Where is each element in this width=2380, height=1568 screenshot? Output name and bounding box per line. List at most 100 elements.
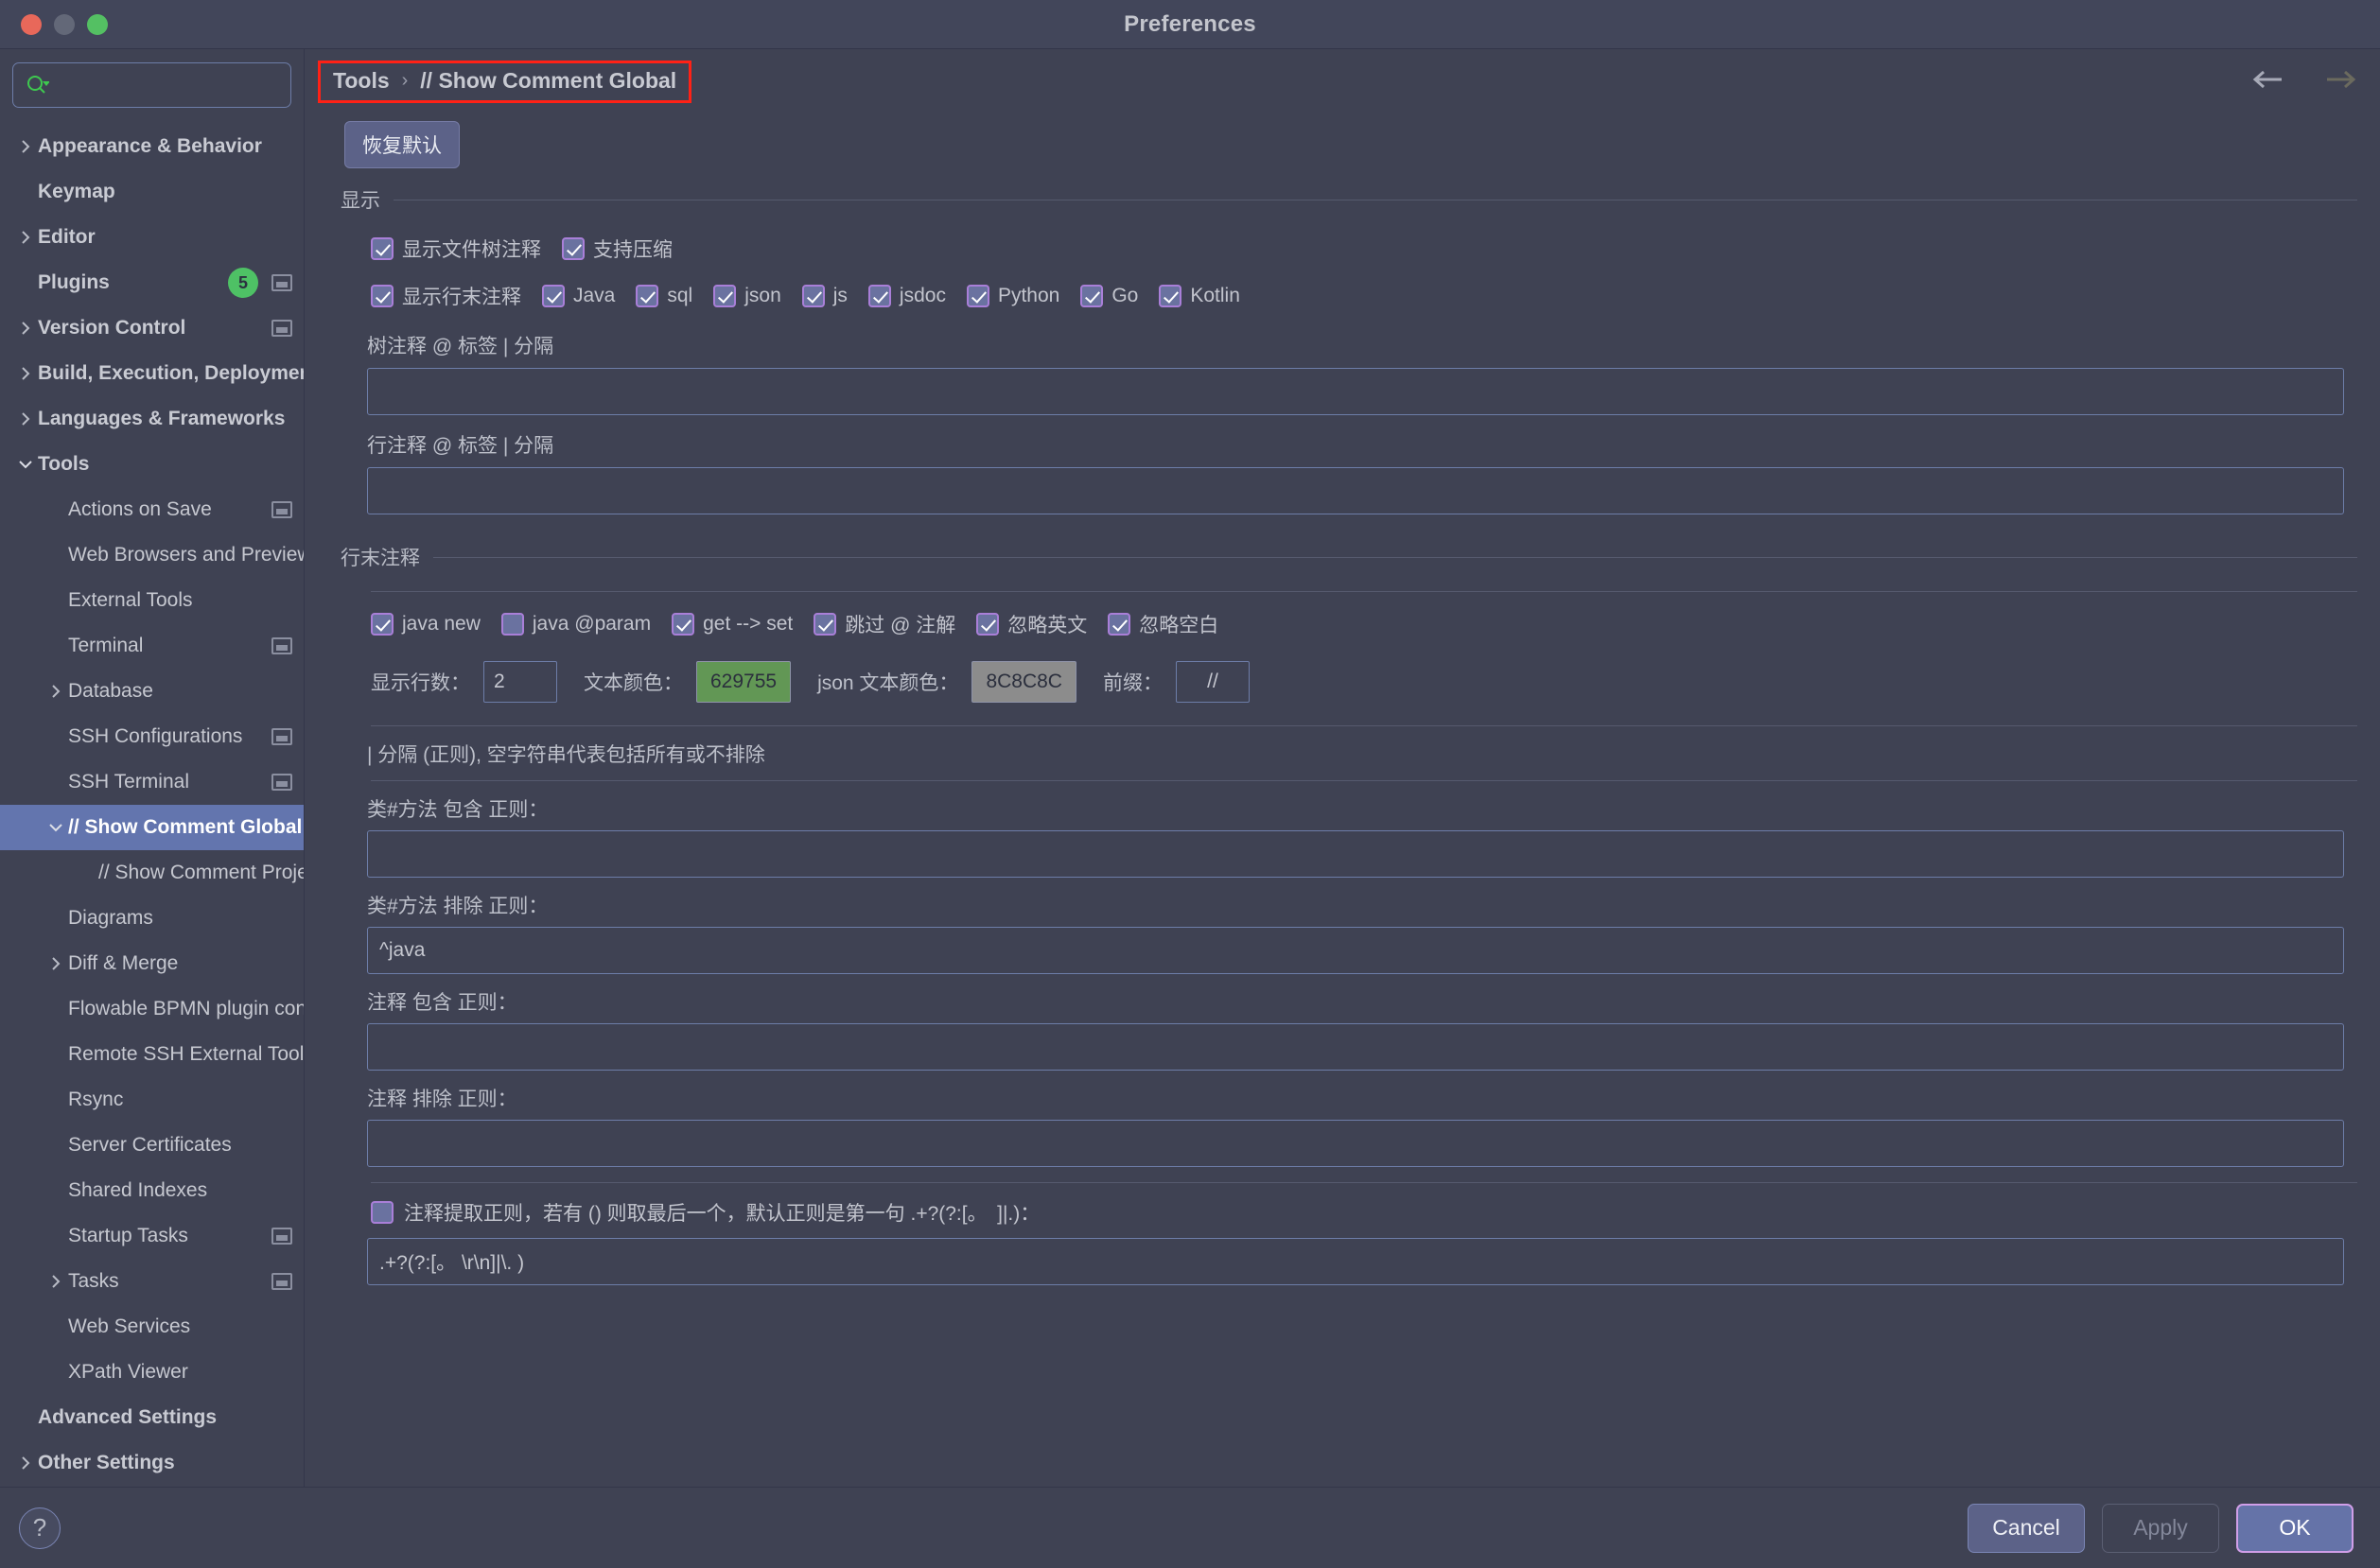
- sidebar-item-remote-ssh-external-tools[interactable]: Remote SSH External Tools: [0, 1032, 304, 1077]
- checkbox-item[interactable]: 显示行末注释: [371, 282, 521, 310]
- line-tag-input[interactable]: [367, 467, 2344, 514]
- sidebar-item-startup-tasks[interactable]: Startup Tasks: [0, 1213, 304, 1259]
- sidebar-item-ssh-configurations[interactable]: SSH Configurations: [0, 714, 304, 759]
- checkbox-python[interactable]: [966, 285, 989, 307]
- sidebar-item-diff-merge[interactable]: Diff & Merge: [0, 941, 304, 986]
- chevron-right-icon[interactable]: [13, 139, 38, 154]
- chevron-down-icon[interactable]: [13, 457, 38, 472]
- sidebar-item-version-control[interactable]: Version Control: [0, 305, 304, 351]
- checkbox-item[interactable]: java @param: [500, 613, 651, 636]
- chevron-right-icon[interactable]: [44, 956, 68, 971]
- sidebar-item-build-execution-deployment[interactable]: Build, Execution, Deployment: [0, 351, 304, 396]
- extract-regex-input[interactable]: .+?(?:[。 \r\n]|\. ): [367, 1238, 2344, 1285]
- project-scope-icon: [271, 320, 292, 337]
- checkbox-item[interactable]: Go: [1080, 285, 1138, 307]
- sidebar-item-show-comment-global[interactable]: // Show Comment Global: [0, 805, 304, 850]
- regex-field-input[interactable]: ^java: [367, 927, 2344, 974]
- sidebar-item-other-settings[interactable]: Other Settings: [0, 1440, 304, 1486]
- checkbox-[interactable]: [1108, 613, 1131, 636]
- chevron-right-icon[interactable]: [44, 1274, 68, 1289]
- checkbox-json[interactable]: [713, 285, 737, 307]
- cancel-button[interactable]: Cancel: [1968, 1503, 2085, 1553]
- regex-field-input[interactable]: [367, 830, 2344, 878]
- regex-field-input[interactable]: [367, 1023, 2344, 1071]
- checkbox-item[interactable]: java new: [371, 613, 481, 636]
- sidebar-item-advanced-settings[interactable]: Advanced Settings: [0, 1395, 304, 1440]
- checkbox-go[interactable]: [1080, 285, 1104, 307]
- search-input[interactable]: [12, 62, 291, 108]
- checkbox-item[interactable]: Kotlin: [1159, 285, 1240, 307]
- chevron-right-icon[interactable]: [13, 321, 38, 336]
- restore-defaults-button[interactable]: 恢复默认: [344, 121, 460, 168]
- checkbox-item[interactable]: Python: [966, 285, 1059, 307]
- chevron-right-icon[interactable]: [13, 230, 38, 245]
- settings-tree[interactable]: Appearance & Behavior Keymap Editor Plugins…: [0, 117, 304, 1487]
- checkbox-[interactable]: [371, 237, 394, 260]
- checkbox-item[interactable]: sql: [636, 285, 692, 307]
- regex-field-input[interactable]: [367, 1120, 2344, 1167]
- breadcrumb-root[interactable]: Tools: [333, 68, 390, 94]
- checkbox-item[interactable]: get --> set: [672, 613, 793, 636]
- checkbox-label: Go: [1111, 285, 1139, 306]
- json-color-input[interactable]: 8C8C8C: [971, 661, 1076, 703]
- checkbox-kotlin[interactable]: [1159, 285, 1182, 307]
- checkbox-item[interactable]: Java: [542, 285, 615, 307]
- tree-tag-input[interactable]: [367, 368, 2344, 415]
- chevron-right-icon[interactable]: [44, 684, 68, 699]
- arrow-left-icon[interactable]: [2249, 68, 2287, 96]
- sidebar-item-rsync[interactable]: Rsync: [0, 1077, 304, 1123]
- sidebar-item-plugins[interactable]: Plugins 5: [0, 260, 304, 305]
- checkbox-[interactable]: [562, 237, 585, 260]
- sidebar-item-ssh-terminal[interactable]: SSH Terminal: [0, 759, 304, 805]
- sidebar-item-editor[interactable]: Editor: [0, 215, 304, 260]
- sidebar-item-web-services[interactable]: Web Services: [0, 1304, 304, 1350]
- checkbox-js[interactable]: [801, 285, 825, 307]
- checkbox-java-new[interactable]: [371, 613, 394, 636]
- checkbox-item[interactable]: jsdoc: [867, 285, 946, 307]
- text-color-input[interactable]: 629755: [696, 661, 792, 703]
- sidebar-item-show-comment-project[interactable]: // Show Comment Project: [0, 850, 304, 896]
- chevron-right-icon[interactable]: [13, 366, 38, 381]
- checkbox-item[interactable]: 忽略空白: [1108, 610, 1218, 638]
- sidebar-item-database[interactable]: Database: [0, 669, 304, 714]
- sidebar-item-label: Shared Indexes: [68, 1179, 208, 1201]
- checkbox-[interactable]: [814, 613, 837, 636]
- checkbox-item[interactable]: 显示文件树注释: [371, 235, 541, 263]
- sidebar-item-terminal[interactable]: Terminal: [0, 623, 304, 669]
- checkbox-[interactable]: [371, 285, 394, 307]
- checkbox-item[interactable]: 忽略英文: [976, 610, 1087, 638]
- checkbox-item[interactable]: js: [801, 285, 848, 307]
- chevron-right-icon[interactable]: [13, 411, 38, 427]
- chevron-right-icon[interactable]: [13, 1455, 38, 1471]
- help-icon[interactable]: ?: [19, 1507, 61, 1549]
- checkbox-[interactable]: [976, 613, 1000, 636]
- apply-button[interactable]: Apply: [2102, 1503, 2219, 1553]
- sidebar-item-xpath-viewer[interactable]: XPath Viewer: [0, 1350, 304, 1395]
- checkbox-java-param[interactable]: [500, 613, 524, 636]
- sidebar-item-tools[interactable]: Tools: [0, 442, 304, 487]
- checkbox-item[interactable]: 支持压缩: [562, 235, 673, 263]
- checkbox-java[interactable]: [542, 285, 565, 307]
- checkbox-get-set[interactable]: [672, 613, 695, 636]
- sidebar-item-languages-frameworks[interactable]: Languages & Frameworks: [0, 396, 304, 442]
- prefix-input[interactable]: //: [1175, 661, 1250, 703]
- sidebar-item-server-certificates[interactable]: Server Certificates: [0, 1123, 304, 1168]
- sidebar-item-diagrams[interactable]: Diagrams: [0, 896, 304, 941]
- breadcrumb-current: // Show Comment Global: [420, 67, 677, 93]
- sidebar-item-appearance-behavior[interactable]: Appearance & Behavior: [0, 124, 304, 169]
- sidebar-item-tasks[interactable]: Tasks: [0, 1259, 304, 1304]
- sidebar-item-external-tools[interactable]: External Tools: [0, 578, 304, 623]
- checkbox-jsdoc[interactable]: [867, 285, 891, 307]
- checkbox-sql[interactable]: [636, 285, 659, 307]
- sidebar-item-actions-on-save[interactable]: Actions on Save: [0, 487, 304, 532]
- sidebar-item-web-browsers-and-preview[interactable]: Web Browsers and Preview: [0, 532, 304, 578]
- sidebar-item-keymap[interactable]: Keymap: [0, 169, 304, 215]
- sidebar-item-shared-indexes[interactable]: Shared Indexes: [0, 1168, 304, 1213]
- chevron-down-icon[interactable]: [44, 820, 68, 835]
- checkbox-item[interactable]: 跳过 @ 注解: [814, 610, 955, 638]
- sidebar-item-flowable-bpmn-plugin-config[interactable]: Flowable BPMN plugin config: [0, 986, 304, 1032]
- lines-input[interactable]: 2: [483, 661, 557, 703]
- ok-button[interactable]: OK: [2236, 1503, 2354, 1553]
- checkbox-item[interactable]: json: [713, 285, 781, 307]
- extract-regex-checkbox[interactable]: [371, 1201, 394, 1224]
